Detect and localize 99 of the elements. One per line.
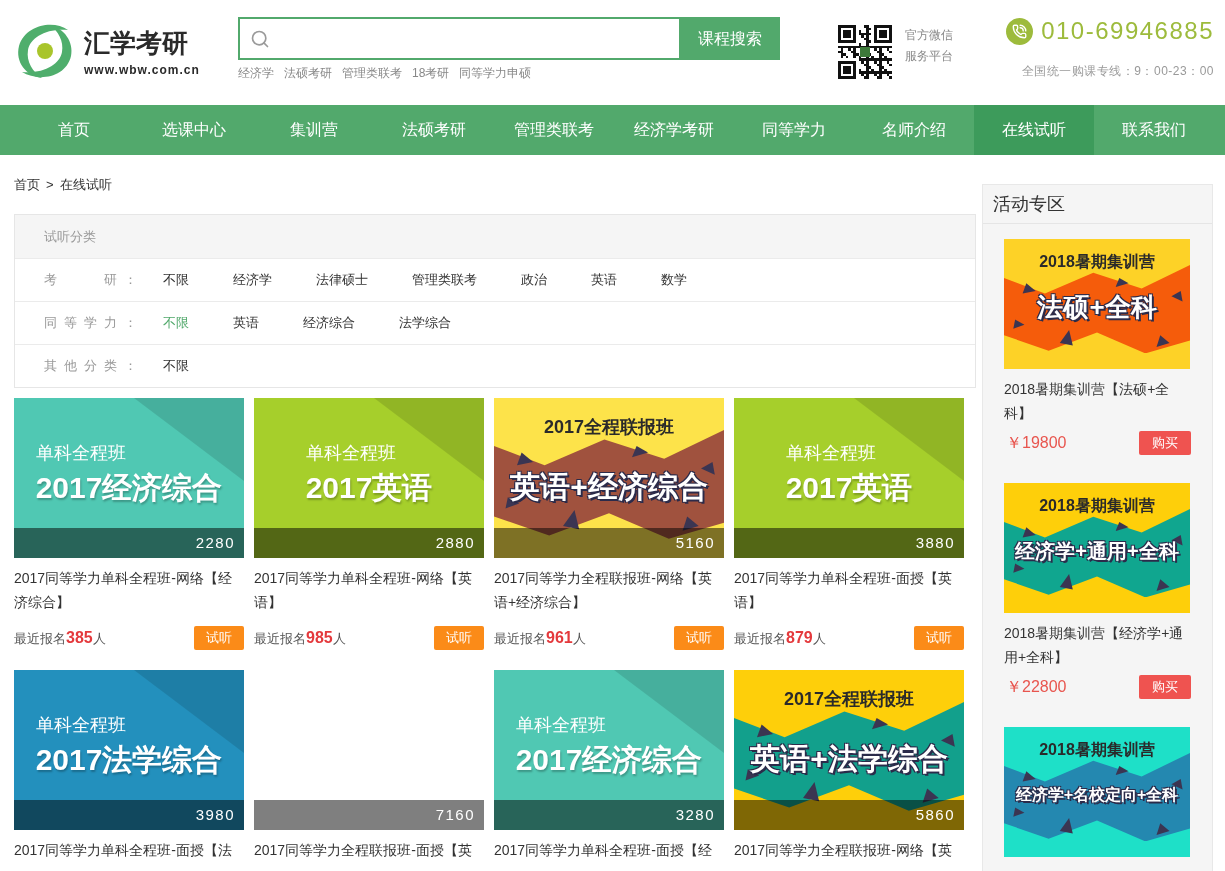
search-button[interactable]: 课程搜索 (679, 17, 780, 60)
banner-subtitle: 单科全程班 (35, 442, 126, 464)
promo-price: ￥22800 (1005, 677, 1067, 697)
trial-button[interactable]: 试听 (674, 626, 724, 650)
course-title-link[interactable]: 2017同等学力单科全程班-面授【英语】 (734, 566, 964, 614)
qr-code-icon (838, 25, 892, 79)
nav-item[interactable]: 选课中心 (134, 105, 254, 155)
banner-heading: 2018暑期集训营 (1039, 496, 1155, 516)
course-title-link[interactable]: 2017同等学力全程联报班-网络【英 (734, 838, 964, 862)
promo-title-link[interactable]: 2018暑期集训营【经济学+通用+全科】 (1004, 621, 1191, 669)
nav-item[interactable]: 集训营 (254, 105, 374, 155)
promo-title-link[interactable]: 2018暑期集训营【法硕+全科】 (1004, 377, 1191, 425)
price-overlay: 5160 (494, 528, 724, 558)
filter-option[interactable]: 经济综合 (303, 313, 355, 333)
filter-option[interactable]: 经济学 (233, 270, 272, 290)
nav-item[interactable]: 联系我们 (1094, 105, 1214, 155)
nav-item[interactable]: 法硕考研 (374, 105, 494, 155)
nav-item[interactable]: 经济学考研 (614, 105, 734, 155)
nav-item[interactable]: 管理类联考 (494, 105, 614, 155)
banner-title: 2017英语 (785, 471, 913, 505)
wechat-caption: 官方微信 (905, 27, 953, 44)
course-banner[interactable]: 2018暑期集训营 经济学+通用+全科 (1004, 483, 1190, 613)
filter-option[interactable]: 数学 (661, 270, 687, 290)
banner-title: 2017经济综合 (35, 471, 223, 505)
nav-item[interactable]: 首页 (14, 105, 134, 155)
filter-option[interactable]: 英语 (591, 270, 617, 290)
filter-title: 试听分类 (44, 227, 96, 246)
hot-search-link[interactable]: 经济学 (238, 65, 274, 81)
filter-option[interactable]: 政治 (521, 270, 547, 290)
filter-label: 考 研： (44, 271, 145, 290)
filter-label: 同等学力： (44, 314, 145, 333)
filter-option[interactable]: 不限 (163, 356, 189, 376)
course-title-link[interactable]: 2017同等学力单科全程班-网络【英语】 (254, 566, 484, 614)
banner-heading: 2018暑期集训营 (1039, 740, 1155, 760)
hot-search-link[interactable]: 管理类联考 (342, 65, 402, 81)
buy-button[interactable]: 购买 (1139, 431, 1191, 455)
buy-button[interactable]: 购买 (1139, 675, 1191, 699)
hot-search-link[interactable]: 同等学力申硕 (459, 65, 532, 81)
breadcrumb-separator: > (46, 176, 54, 194)
banner-title: 2017英语 (305, 471, 433, 505)
hotline-number: 010-69946885 (1041, 17, 1214, 45)
filter-label: 其他分类： (44, 357, 145, 376)
hot-search-link[interactable]: 18考研 (412, 65, 450, 81)
enrollment-count: 最近报名961人 (494, 628, 586, 648)
course-title-link[interactable]: 2017同等学力单科全程班-网络【经济综合】 (14, 566, 244, 614)
breadcrumb-current: 在线试听 (59, 176, 112, 194)
banner-title: 法硕+全科 (1037, 291, 1157, 324)
course-banner[interactable]: 2018暑期集训营 经济学+名校定向+全科 (1004, 727, 1190, 857)
filter-option[interactable]: 英语 (233, 313, 259, 333)
price-overlay: 3280 (494, 800, 724, 830)
banner-subtitle: 单科全程班 (515, 714, 606, 736)
nav-item[interactable]: 名师介绍 (854, 105, 974, 155)
hotline-hours: 全国统一购课专线：9：00-23：00 (1021, 63, 1214, 79)
price-overlay: 7160 (254, 800, 484, 830)
logo-url: www.wbw.com.cn (84, 62, 200, 78)
wechat-caption: 服务平台 (905, 48, 953, 65)
banner-title: 经济学+通用+全科 (1015, 539, 1179, 564)
enrollment-count: 最近报名385人 (14, 628, 106, 648)
banner-title: 2017法学综合 (35, 743, 223, 777)
breadcrumb-link[interactable]: 首页 (14, 175, 40, 195)
trial-button[interactable]: 试听 (914, 626, 964, 650)
banner-subtitle: 单科全程班 (35, 714, 126, 736)
enrollment-count: 最近报名879人 (734, 628, 826, 648)
filter-option[interactable]: 不限 (163, 270, 189, 290)
search-icon (250, 28, 270, 49)
price-overlay: 2280 (14, 528, 244, 558)
nav-item[interactable]: 同等学力 (734, 105, 854, 155)
trial-button[interactable]: 试听 (434, 626, 484, 650)
filter-option[interactable]: 不限 (163, 313, 189, 333)
price-overlay: 3880 (734, 528, 964, 558)
course-title-link[interactable]: 2017同等学力全程联报班-网络【英语+经济综合】 (494, 566, 724, 614)
promo-price: ￥19800 (1005, 433, 1067, 453)
sidebar-title: 活动专区 (983, 185, 1212, 224)
nav-item[interactable]: 在线试听 (974, 105, 1094, 155)
logo-text: 汇学考研 (84, 28, 188, 58)
banner-title: 英语+经济综合 (510, 469, 708, 505)
filter-option[interactable]: 法学综合 (399, 313, 451, 333)
filter-option[interactable]: 管理类联考 (412, 270, 477, 290)
banner-heading: 2017全程联报班 (543, 416, 674, 438)
banner-title: 2017经济综合 (515, 743, 703, 777)
price-overlay: 5860 (734, 800, 964, 830)
phone-icon (1006, 17, 1034, 45)
course-banner[interactable]: 2018暑期集训营 法硕+全科 (1004, 239, 1190, 369)
filter-option[interactable]: 法律硕士 (316, 270, 368, 290)
enrollment-count: 最近报名985人 (254, 628, 346, 648)
trial-button[interactable]: 试听 (194, 626, 244, 650)
course-title-link[interactable]: 2017同等学力单科全程班-面授【经 (494, 838, 724, 862)
search-field[interactable] (238, 17, 679, 60)
hot-search-link[interactable]: 法硕考研 (284, 65, 332, 81)
price-overlay: 2880 (254, 528, 484, 558)
banner-subtitle: 单科全程班 (785, 442, 876, 464)
price-overlay: 3980 (14, 800, 244, 830)
banner-heading: 2017全程联报班 (783, 688, 914, 710)
course-title-link[interactable]: 2017同等学力全程联报班-面授【英 (254, 838, 484, 862)
course-title-link[interactable]: 2017同等学力单科全程班-面授【法 (14, 838, 244, 862)
banner-title: 经济学+名校定向+全科 (1015, 785, 1179, 805)
banner-heading: 2018暑期集训营 (1039, 252, 1155, 272)
banner-title: 英语+法学综合 (750, 741, 948, 777)
banner-subtitle: 单科全程班 (305, 442, 396, 464)
